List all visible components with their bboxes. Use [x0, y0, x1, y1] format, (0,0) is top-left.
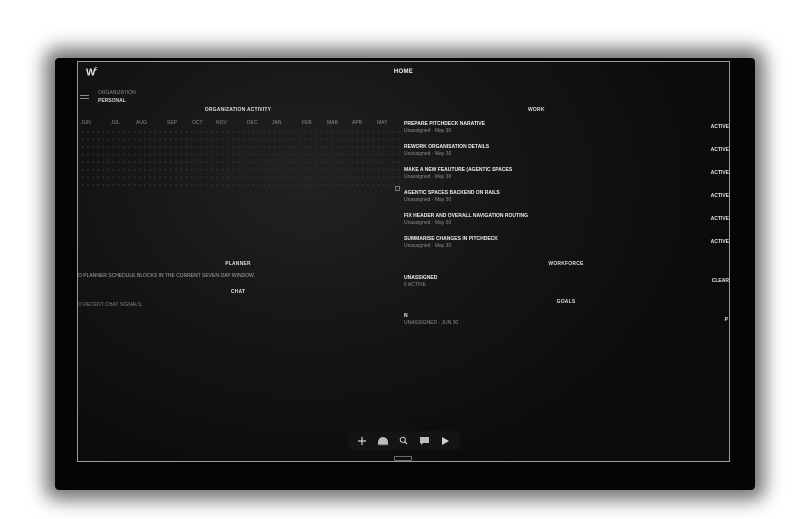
work-item[interactable]: FIX HEADER AND OVERALL NAVIGATION ROUTIN…: [404, 213, 528, 227]
month-label: APR: [352, 120, 363, 126]
chat-title: CHAT: [230, 289, 246, 295]
bottom-dock: [348, 431, 460, 450]
helmet-icon[interactable]: [376, 434, 390, 448]
month-label: AUG: [136, 120, 147, 126]
play-icon[interactable]: [439, 434, 453, 448]
status-badge[interactable]: ACTIVE: [711, 239, 729, 245]
work-item-meta: Unassigned · May 30: [404, 128, 452, 134]
goal-item[interactable]: N UNASSIGNED · JUN 30: [404, 313, 458, 327]
work-item[interactable]: PREPARE PITCHDECK NARATIVE Unassigned · …: [404, 121, 485, 135]
clear-button[interactable]: CLEAR: [712, 278, 729, 284]
drawer-handle[interactable]: [394, 456, 412, 461]
month-label: DEC: [247, 120, 258, 126]
app-window: WF HOME ORGANIZATION PERSONAL ORGANIZATI…: [77, 61, 730, 462]
work-item[interactable]: AGENTIC SPACES BACKEND ON RAILS Unassign…: [404, 190, 500, 204]
goal-item-meta: UNASSIGNED · JUN 30: [404, 320, 459, 326]
month-label: NOV: [216, 120, 227, 126]
work-title: WORK: [528, 107, 545, 113]
work-item-title: SUMMARISE CHANGES IN PITCHDECK: [404, 236, 498, 242]
work-item-meta: Unassigned · May 30: [404, 174, 452, 180]
month-label: MAR: [327, 120, 339, 126]
work-item-meta: Unassigned · May 30: [404, 243, 452, 249]
work-item-title: FIX HEADER AND OVERALL NAVIGATION ROUTIN…: [404, 213, 528, 219]
month-label: MAY: [377, 120, 388, 126]
org-switcher-label: ORGANIZATION: [98, 90, 136, 96]
planner-title: PLANNER: [225, 261, 251, 267]
goals-title: GOALS: [556, 299, 576, 305]
page-title: HOME: [393, 69, 414, 75]
activity-heatmap: [80, 128, 402, 190]
month-label: FEB: [302, 120, 312, 126]
goal-status[interactable]: P: [725, 317, 728, 323]
work-item-title: REWORK ORGANISATION DETAILS: [404, 144, 490, 150]
chat-empty-message: O RECENT CHAT SIGNALS.: [78, 302, 143, 308]
workforce-item-name: UNASSIGNED: [404, 275, 438, 281]
workforce-title: WORKFORCE: [548, 261, 584, 267]
status-badge[interactable]: ACTIVE: [711, 170, 729, 176]
status-badge[interactable]: ACTIVE: [711, 147, 729, 153]
planner-empty-message: O PLANNER SCHEDULE BLOCKS IN THE CURRENT…: [78, 273, 255, 279]
work-item-meta: Unassigned · May 30: [404, 220, 452, 226]
work-item-title: MAKE A NEW FEAUTURE (AGENTIC SPACES: [404, 167, 513, 173]
status-badge[interactable]: ACTIVE: [711, 124, 729, 130]
org-switcher[interactable]: ORGANIZATION PERSONAL: [98, 89, 136, 105]
month-label: OCT: [192, 120, 203, 126]
status-badge[interactable]: ACTIVE: [711, 193, 729, 199]
month-label: JUL: [111, 120, 120, 126]
work-item-title: AGENTIC SPACES BACKEND ON RAILS: [404, 190, 500, 196]
month-label: SEP: [167, 120, 178, 126]
workforce-item[interactable]: UNASSIGNED 6 ACTIVE: [404, 275, 437, 289]
work-item-meta: Unassigned · May 30: [404, 151, 452, 157]
activity-title: ORGANIZATION ACTIVITY: [204, 107, 272, 113]
status-badge[interactable]: ACTIVE: [711, 216, 729, 222]
month-label: JUN: [81, 120, 91, 126]
work-item-meta: Unassigned · May 30: [404, 197, 452, 203]
work-item[interactable]: MAKE A NEW FEAUTURE (AGENTIC SPACES Unas…: [404, 167, 512, 181]
goal-item-name: N: [404, 313, 408, 319]
work-item-title: PREPARE PITCHDECK NARATIVE: [404, 121, 485, 127]
org-switcher-value: PERSONAL: [98, 98, 126, 104]
chat-icon[interactable]: [418, 434, 432, 448]
work-item[interactable]: SUMMARISE CHANGES IN PITCHDECK Unassigne…: [404, 236, 498, 250]
month-label: JAN: [272, 120, 282, 126]
workforce-item-meta: 6 ACTIVE: [404, 282, 426, 288]
search-icon[interactable]: [397, 434, 411, 448]
menu-icon[interactable]: [80, 95, 89, 101]
activity-cell-today: [395, 186, 400, 191]
plus-icon[interactable]: [355, 434, 369, 448]
work-item[interactable]: REWORK ORGANISATION DETAILS Unassigned ·…: [404, 144, 489, 158]
